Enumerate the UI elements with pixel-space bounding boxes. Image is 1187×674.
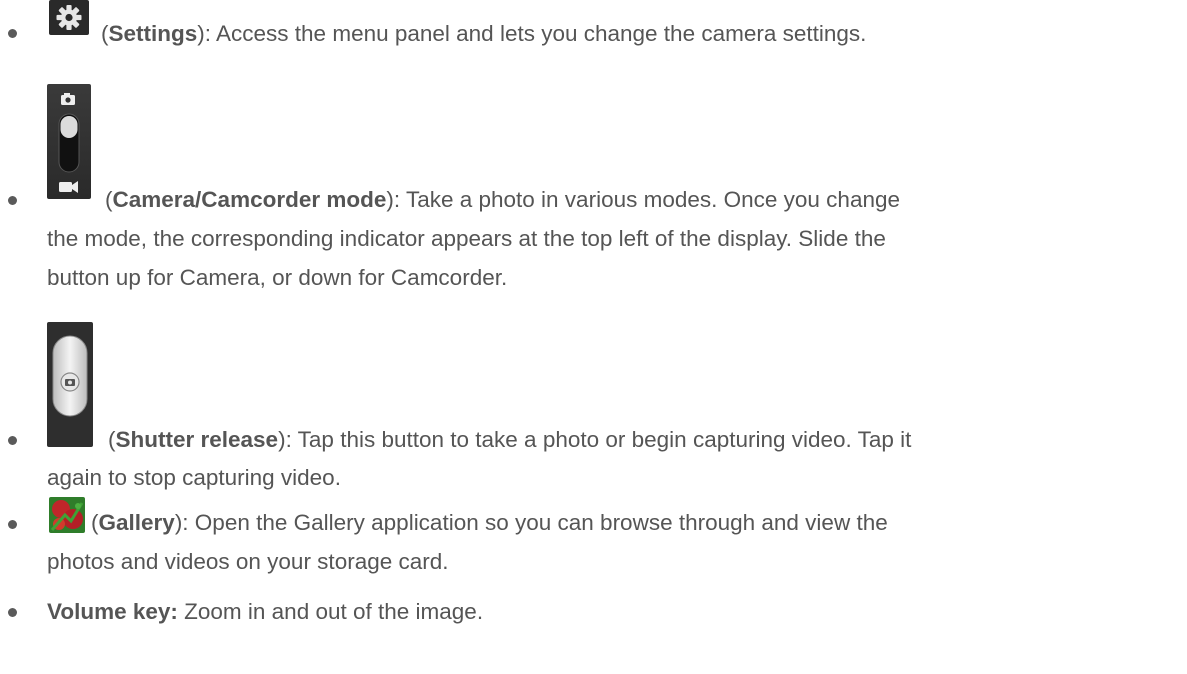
item-text-line: Volume key: Zoom in and out of the image… <box>47 599 484 624</box>
item-text-line: (Shutter release): Tap this button to ta… <box>108 427 912 452</box>
settings-gear-icon <box>49 0 89 35</box>
shutter-release-icon <box>47 322 93 447</box>
bullet <box>8 196 17 205</box>
gallery-thumbnail-icon <box>49 497 85 533</box>
item-text-line: the mode, the corresponding indicator ap… <box>47 226 886 251</box>
item-title: Shutter release <box>115 427 279 452</box>
item-text-line: (Camera/Camcorder mode): Take a photo in… <box>105 187 901 212</box>
camera-camcorder-switch-icon <box>47 84 91 199</box>
item-text-line: photos and videos on your storage card. <box>47 549 449 574</box>
bullet <box>8 29 17 38</box>
item-text-line: again to stop capturing video. <box>47 465 341 490</box>
item-title: Gallery <box>98 510 175 535</box>
item-title: Settings <box>108 21 198 46</box>
item-title: Volume key: <box>47 599 178 624</box>
bullet <box>8 436 17 445</box>
item-text-line: button up for Camera, or down for Camcor… <box>47 265 508 290</box>
bullet <box>8 520 17 529</box>
item-title: Camera/Camcorder mode <box>112 187 387 212</box>
item-text-line: (Settings): Access the menu panel and le… <box>101 21 867 46</box>
bullet <box>8 608 17 617</box>
item-text-line: (Gallery): Open the Gallery application … <box>91 510 888 535</box>
